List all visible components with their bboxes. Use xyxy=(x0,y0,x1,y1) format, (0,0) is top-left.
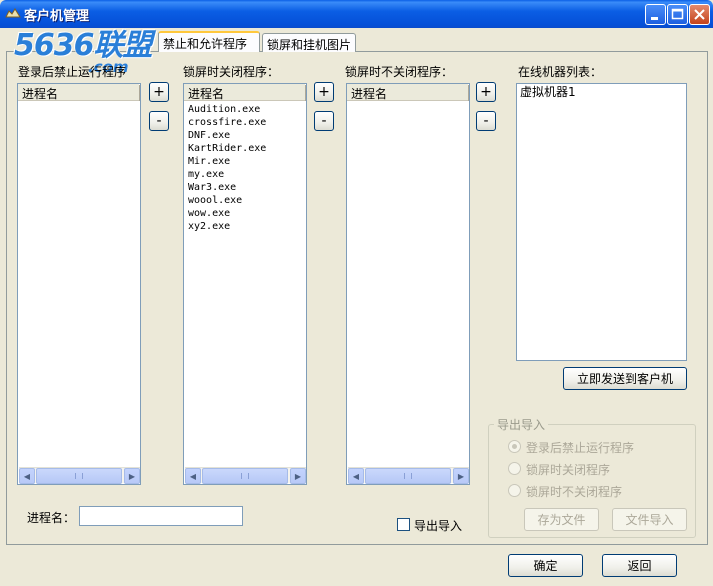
app-icon xyxy=(5,8,21,18)
online-machines-list[interactable]: 虚拟机器1 xyxy=(516,83,687,361)
back-button[interactable]: 返回 xyxy=(602,554,677,577)
list-item[interactable]: wow.exe xyxy=(188,207,266,220)
tab-allow-block-programs[interactable]: 禁止和允许程序 xyxy=(158,31,260,52)
list-item[interactable]: xy2.exe xyxy=(188,220,266,233)
scroll-thumb[interactable] xyxy=(36,468,122,484)
maximize-icon xyxy=(671,8,684,20)
close-button[interactable] xyxy=(689,4,710,25)
scroll-right-icon[interactable]: ▶ xyxy=(453,468,469,484)
list-item[interactable]: Mir.exe xyxy=(188,155,266,168)
close-on-lock-list[interactable]: 进程名 Audition.exe crossfire.exe DNF.exe Kart… xyxy=(183,83,307,485)
close-icon xyxy=(694,9,705,20)
add-keep-on-lock-button[interactable]: + xyxy=(476,82,496,102)
remove-blocked-button[interactable]: - xyxy=(149,111,169,131)
scroll-left-icon[interactable]: ◀ xyxy=(185,468,201,484)
close-on-lock-label: 锁屏时关闭程序： xyxy=(183,65,280,79)
add-blocked-button[interactable]: + xyxy=(149,82,169,102)
remove-close-on-lock-button[interactable]: - xyxy=(314,111,334,131)
list-item[interactable]: woool.exe xyxy=(188,194,266,207)
scroll-thumb[interactable] xyxy=(365,468,451,484)
export-import-checkbox[interactable] xyxy=(397,518,410,531)
minimize-icon xyxy=(651,17,658,20)
send-to-clients-button[interactable]: 立即发送到客户机 xyxy=(563,367,687,390)
scroll-right-icon[interactable]: ▶ xyxy=(290,468,306,484)
tab-label: 禁止和允许程序 xyxy=(163,37,248,51)
ok-button[interactable]: 确定 xyxy=(508,554,583,577)
scroll-thumb[interactable] xyxy=(202,468,288,484)
list-header[interactable]: 进程名 xyxy=(184,84,306,101)
horizontal-scrollbar[interactable]: ◀ ▶ xyxy=(348,467,469,484)
scroll-left-icon[interactable]: ◀ xyxy=(348,468,364,484)
online-machines-label: 在线机器列表： xyxy=(518,65,603,79)
list-header[interactable]: 进程名 xyxy=(18,84,140,101)
horizontal-scrollbar[interactable]: ◀ ▶ xyxy=(185,467,306,484)
tab-lock-screen-images[interactable]: 锁屏和挂机图片 xyxy=(262,33,356,52)
process-name-label: 进程名： xyxy=(27,511,76,525)
watermark-logo: 5636联盟 xyxy=(14,28,152,63)
remove-keep-on-lock-button[interactable]: - xyxy=(476,111,496,131)
scroll-right-icon[interactable]: ▶ xyxy=(124,468,140,484)
radio-label: 锁屏时不关闭程序 xyxy=(526,485,623,499)
radio-label: 登录后禁止运行程序 xyxy=(526,441,635,455)
list-item[interactable]: DNF.exe xyxy=(188,129,266,142)
save-file-button[interactable]: 存为文件 xyxy=(524,508,599,531)
radio-label: 锁屏时关闭程序 xyxy=(526,463,611,477)
scroll-left-icon[interactable]: ◀ xyxy=(19,468,35,484)
radio-option-close-on-lock[interactable] xyxy=(508,462,521,475)
list-item[interactable]: War3.exe xyxy=(188,181,266,194)
blocked-after-login-list[interactable]: 进程名 ◀ ▶ xyxy=(17,83,141,485)
close-on-lock-items: Audition.exe crossfire.exe DNF.exe KartRide… xyxy=(188,103,266,233)
keep-on-lock-label: 锁屏时不关闭程序： xyxy=(345,65,454,79)
radio-option-blocked[interactable] xyxy=(508,440,521,453)
process-name-input[interactable] xyxy=(79,506,243,526)
blocked-after-login-label: 登录后禁止运行程序 xyxy=(18,65,127,79)
export-import-checkbox-label: 导出导入 xyxy=(414,519,463,533)
online-machines-items: 虚拟机器1 xyxy=(520,85,576,100)
radio-option-keep-on-lock[interactable] xyxy=(508,484,521,497)
tab-label: 锁屏和挂机图片 xyxy=(267,38,352,52)
import-file-button[interactable]: 文件导入 xyxy=(612,508,687,531)
list-header[interactable]: 进程名 xyxy=(347,84,469,101)
minimize-button[interactable] xyxy=(645,4,666,25)
keep-on-lock-list[interactable]: 进程名 ◀ ▶ xyxy=(346,83,470,485)
export-import-group-title: 导出导入 xyxy=(494,416,549,433)
add-close-on-lock-button[interactable]: + xyxy=(314,82,334,102)
list-item[interactable]: my.exe xyxy=(188,168,266,181)
list-item[interactable]: crossfire.exe xyxy=(188,116,266,129)
list-item[interactable]: 虚拟机器1 xyxy=(520,85,576,100)
horizontal-scrollbar[interactable]: ◀ ▶ xyxy=(19,467,140,484)
maximize-button[interactable] xyxy=(667,4,688,25)
list-item[interactable]: Audition.exe xyxy=(188,103,266,116)
list-item[interactable]: KartRider.exe xyxy=(188,142,266,155)
